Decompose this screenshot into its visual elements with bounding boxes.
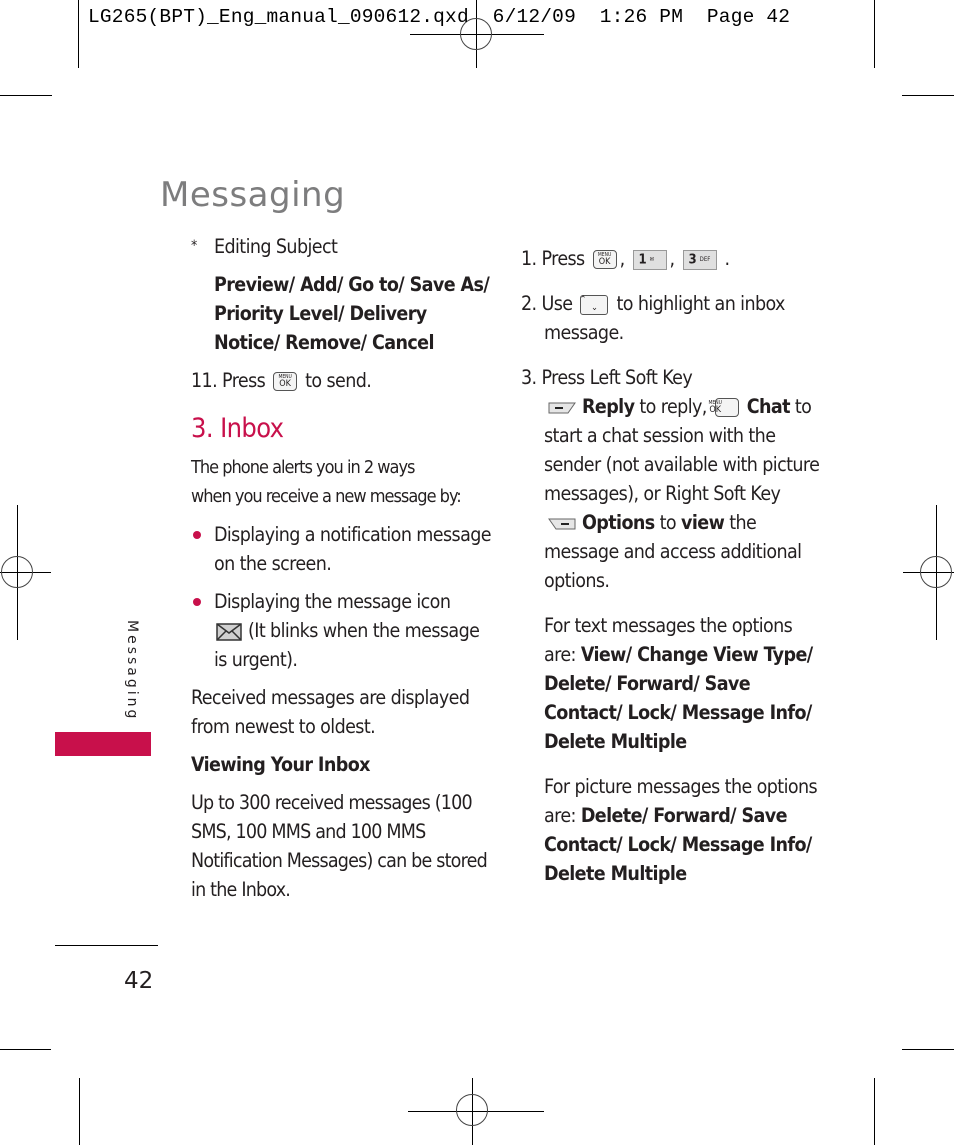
crop-mark (0, 1049, 51, 1050)
text-options-list: View/ Change View Type/ Delete/ Forward/… (544, 643, 813, 753)
capacity-text: Up to 300 received messages (100 SMS, 10… (191, 791, 488, 901)
period: . (724, 247, 731, 270)
editing-subject-label: Editing Subject (214, 235, 338, 258)
editing-subject: * Editing Subject (191, 232, 491, 261)
key-1-icon: 1 ✉ (632, 249, 667, 270)
registration-mark (456, 1094, 488, 1126)
print-slug: LG265(BPT)_Eng_manual_090612.qxd 6/12/09… (88, 6, 791, 28)
footer-rule (55, 945, 158, 946)
asterisk-marker: * (191, 238, 197, 254)
left-column: * Editing Subject Preview/ Add/ Go to/ Sa… (191, 232, 492, 904)
step-2-prefix: 2. Use (521, 292, 573, 315)
key-3-icon: 3 DEF (682, 249, 717, 270)
step-3: 3. Press Left Soft Key Reply to reply, M… (521, 363, 821, 595)
step-11-suffix: to send. (305, 369, 372, 392)
step-2: 2. Use ⌃ ⌄ to highlight an inbox message. (521, 289, 821, 347)
intro-text: The phone alerts you in 2 ways when you … (191, 453, 491, 511)
intro-line-1: The phone alerts you in 2 ways (191, 457, 415, 478)
bullet-item: Displaying the message icon (It blinks w… (191, 587, 491, 674)
picture-message-options: For picture messages the options are: De… (521, 772, 821, 888)
page-title: Messaging (160, 174, 346, 215)
crop-mark (874, 1078, 875, 1145)
step-3-prefix: 3. Press Left Soft Key (521, 366, 693, 389)
crop-mark (874, 0, 875, 68)
section-heading-inbox: 3. Inbox (191, 413, 284, 444)
nav-key-icon: ⌃ ⌄ (580, 294, 609, 315)
subject-options-text: Preview/ Add/ Go to/ Save As/ Priority L… (214, 273, 490, 354)
menu-ok-key-icon: MENU OK (273, 372, 298, 391)
text-message-options: For text messages the options are: View/… (521, 611, 821, 756)
registration-mark (1, 556, 33, 588)
subject-options: Preview/ Add/ Go to/ Save As/ Priority L… (191, 270, 491, 357)
menu-ok-key-icon: MENU OK (592, 250, 617, 269)
separator: , (669, 247, 676, 270)
crop-mark (79, 1078, 80, 1145)
right-column: 1. Press MENU OK, 1 ✉, 3 DEF . 2. Use ⌃ ⌄ to… (521, 244, 821, 888)
separator: , (619, 247, 626, 270)
step-11: 11. Press MENU OK to send. (191, 366, 491, 395)
bullet-text-after: (It blinks when the message is urgent). (214, 619, 480, 671)
envelope-icon (216, 622, 242, 641)
bullet-dot (193, 531, 201, 539)
step-11-prefix: 11. Press (191, 369, 266, 392)
side-tab-label: Messaging (124, 620, 140, 722)
intro-line-2: when you receive a new message by: (191, 486, 462, 507)
left-soft-key-icon (548, 402, 576, 413)
crop-mark (78, 0, 79, 68)
view-label: view (681, 511, 725, 534)
bullet-dot (193, 598, 201, 606)
order-note: Received messages are displayed from new… (191, 686, 470, 738)
options-label: Options (582, 511, 655, 534)
crop-mark (0, 95, 52, 96)
crop-mark (902, 1049, 954, 1050)
side-tab-bar (55, 732, 151, 756)
bullet-text: Displaying a notification message on the… (214, 523, 492, 575)
page-number: 42 (124, 968, 154, 994)
picture-options-list: Delete/ Forward/ Save Contact/ Lock/ Mes… (544, 804, 812, 885)
subheading-viewing-inbox: Viewing Your Inbox (191, 753, 370, 776)
chat-label: Chat (746, 395, 791, 418)
bullet-text: Displaying the message icon (214, 590, 451, 613)
options-suffix: to (659, 511, 677, 534)
reply-label: Reply (582, 395, 635, 418)
step-1-prefix: 1. Press (521, 247, 585, 270)
crop-mark (902, 95, 954, 96)
right-soft-key-icon (548, 518, 576, 529)
menu-ok-key-icon: MENU OK (709, 398, 739, 417)
bullet-item: Displaying a notification message on the… (191, 520, 492, 578)
registration-mark (920, 556, 952, 588)
step-1: 1. Press MENU OK, 1 ✉, 3 DEF . (521, 244, 821, 273)
reply-suffix: to reply, (639, 395, 707, 418)
